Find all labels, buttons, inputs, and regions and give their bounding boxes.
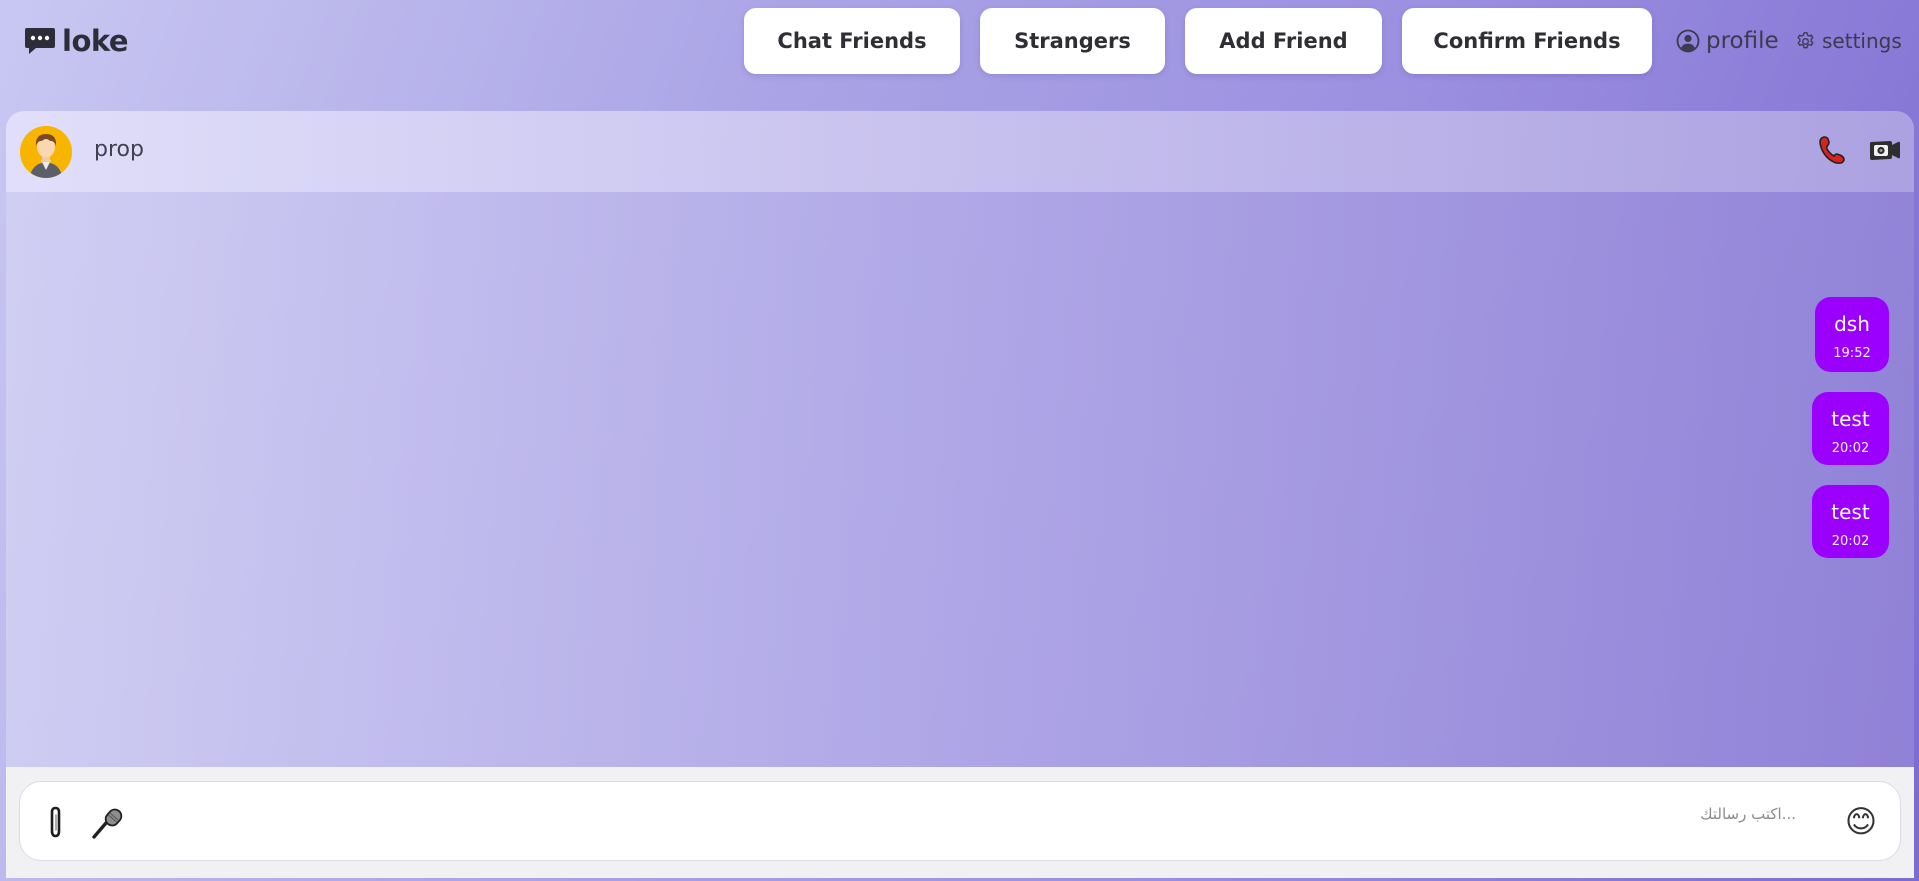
attach-button[interactable] (47, 805, 65, 845)
message-input[interactable] (146, 794, 1796, 834)
message-text: test (1831, 407, 1870, 431)
emoji-button[interactable]: 😊 (1843, 804, 1879, 840)
app-name: loke (62, 24, 129, 58)
voice-call-button[interactable] (1818, 135, 1846, 169)
voice-record-button[interactable] (91, 804, 127, 844)
user-circle-icon (1676, 29, 1700, 53)
message-text: dsh (1834, 312, 1870, 336)
chat-header: prop (6, 111, 1914, 192)
profile-link[interactable]: profile (1676, 26, 1779, 56)
composer-box: 😊 (19, 781, 1901, 861)
composer-area: 😊 (6, 767, 1914, 878)
camera-icon (1870, 141, 1900, 160)
message-bubble[interactable]: test 20:02 (1812, 392, 1889, 465)
message-bubble[interactable]: test 20:02 (1812, 485, 1889, 558)
chat-bubble-icon (25, 28, 55, 54)
app-logo[interactable]: loke (24, 24, 129, 58)
message-list: dsh 19:52 test 20:02 test 20:02 (6, 192, 1914, 767)
message-bubble[interactable]: dsh 19:52 (1815, 297, 1889, 372)
phone-icon (1819, 136, 1845, 164)
profile-label: profile (1706, 28, 1779, 54)
microphone-icon (92, 808, 123, 839)
confirm-friends-button[interactable]: Confirm Friends (1402, 8, 1652, 74)
message-time: 20:02 (1831, 441, 1870, 456)
contact-name: prop (94, 137, 144, 162)
paperclip-icon (50, 806, 61, 838)
avatar[interactable] (20, 126, 72, 178)
settings-link[interactable]: settings (1795, 26, 1902, 56)
avatar-person-icon (20, 126, 72, 178)
top-bar: loke Chat Friends Strangers Add Friend C… (0, 0, 1919, 100)
settings-label: settings (1822, 29, 1902, 53)
chat-panel: prop dsh 19:52 test 20:02 test 20:02 ...… (6, 111, 1914, 878)
add-friend-button[interactable]: Add Friend (1185, 8, 1382, 74)
message-time: 20:02 (1831, 534, 1870, 549)
strangers-button[interactable]: Strangers (980, 8, 1165, 74)
message-text: test (1831, 500, 1870, 524)
smiley-icon: 😊 (1844, 804, 1878, 840)
message-time: 19:52 (1833, 346, 1871, 361)
camera-button[interactable] (1868, 135, 1902, 169)
gear-icon (1797, 31, 1814, 48)
chat-friends-button[interactable]: Chat Friends (744, 8, 960, 74)
